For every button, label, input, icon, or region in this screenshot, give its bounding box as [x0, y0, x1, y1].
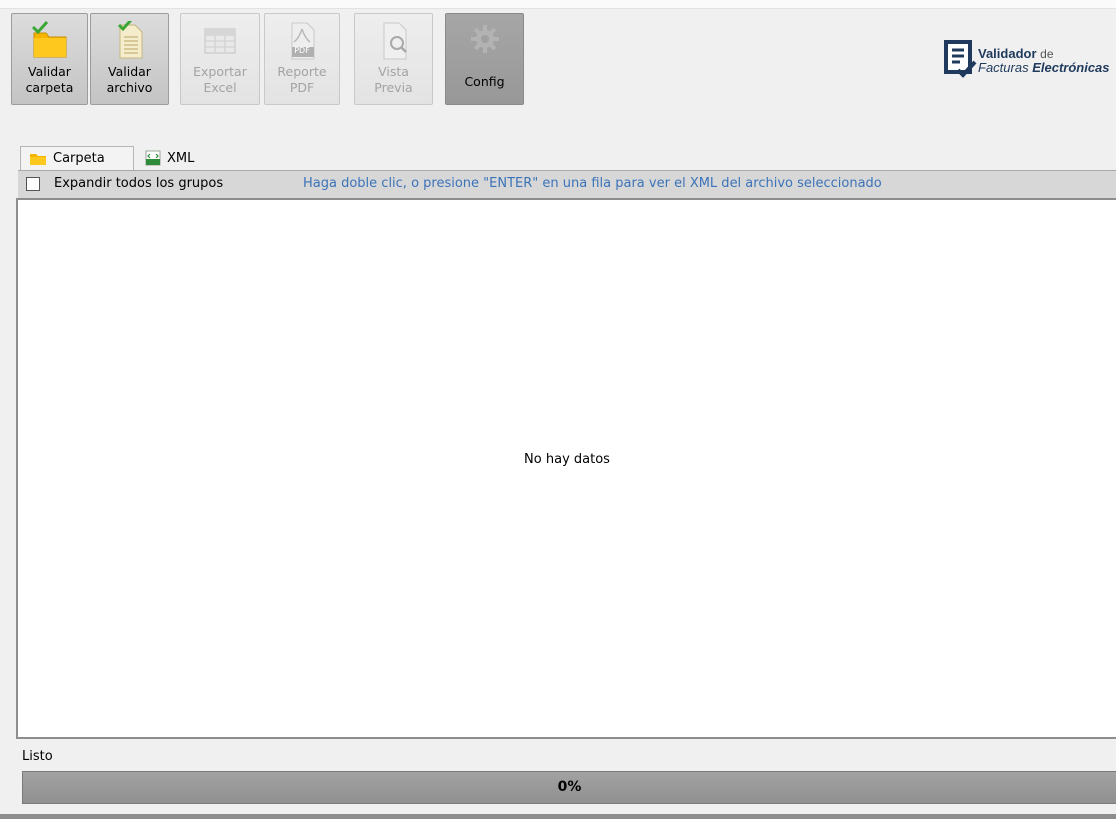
reporte-pdf-button[interactable]: PDF Reporte PDF	[264, 13, 340, 105]
progress-bar: 0%	[22, 771, 1116, 804]
window-top-edge	[0, 0, 1116, 9]
exportar-excel-label: Exportar Excel	[193, 64, 247, 95]
validar-carpeta-label: Validar carpeta	[25, 64, 74, 95]
logo-title: Validador de	[978, 46, 1054, 61]
file-check-icon	[110, 20, 150, 62]
tab-carpeta-label: Carpeta	[53, 151, 105, 166]
xml-file-icon	[145, 150, 161, 166]
window-bottom-edge	[0, 814, 1116, 819]
expand-groups-checkbox[interactable]	[26, 177, 40, 191]
results-grid[interactable]: No hay datos	[16, 198, 1116, 739]
validar-carpeta-button[interactable]: Validar carpeta	[11, 13, 88, 105]
invoice-check-logo-icon	[944, 40, 977, 78]
app-logo: Validador de Facturas Electrónicas	[941, 38, 1116, 84]
logo-subtitle: Facturas Electrónicas	[978, 60, 1110, 75]
config-label: Config	[464, 74, 505, 89]
reporte-pdf-label: Reporte PDF	[277, 64, 327, 95]
exportar-excel-button[interactable]: Exportar Excel	[180, 13, 260, 105]
tab-xml-label: XML	[167, 150, 195, 166]
tab-carpeta[interactable]: Carpeta	[20, 146, 134, 170]
spreadsheet-icon	[200, 20, 240, 62]
tab-xml[interactable]: XML	[137, 147, 227, 169]
grid-options-bar: Expandir todos los grupos Haga doble cli…	[18, 170, 1116, 198]
folder-icon	[30, 153, 46, 165]
validar-archivo-label: Validar archivo	[106, 64, 153, 95]
pdf-icon-text: PDF	[294, 46, 310, 55]
gear-icon	[465, 20, 505, 62]
progress-percent: 0%	[557, 779, 582, 795]
validar-archivo-button[interactable]: Validar archivo	[90, 13, 169, 105]
preview-magnifier-icon	[374, 20, 414, 62]
vista-previa-button[interactable]: Vista Previa	[354, 13, 433, 105]
expand-groups-label[interactable]: Expandir todos los grupos	[54, 176, 223, 191]
pdf-icon	[282, 20, 322, 62]
double-click-hint: Haga doble clic, o presione "ENTER" en u…	[303, 176, 882, 191]
config-button[interactable]: Config	[445, 13, 524, 105]
folder-check-icon	[30, 20, 70, 62]
empty-grid-message: No hay datos	[524, 452, 610, 467]
status-text: Listo	[22, 749, 53, 764]
vista-previa-label: Vista Previa	[374, 64, 413, 95]
